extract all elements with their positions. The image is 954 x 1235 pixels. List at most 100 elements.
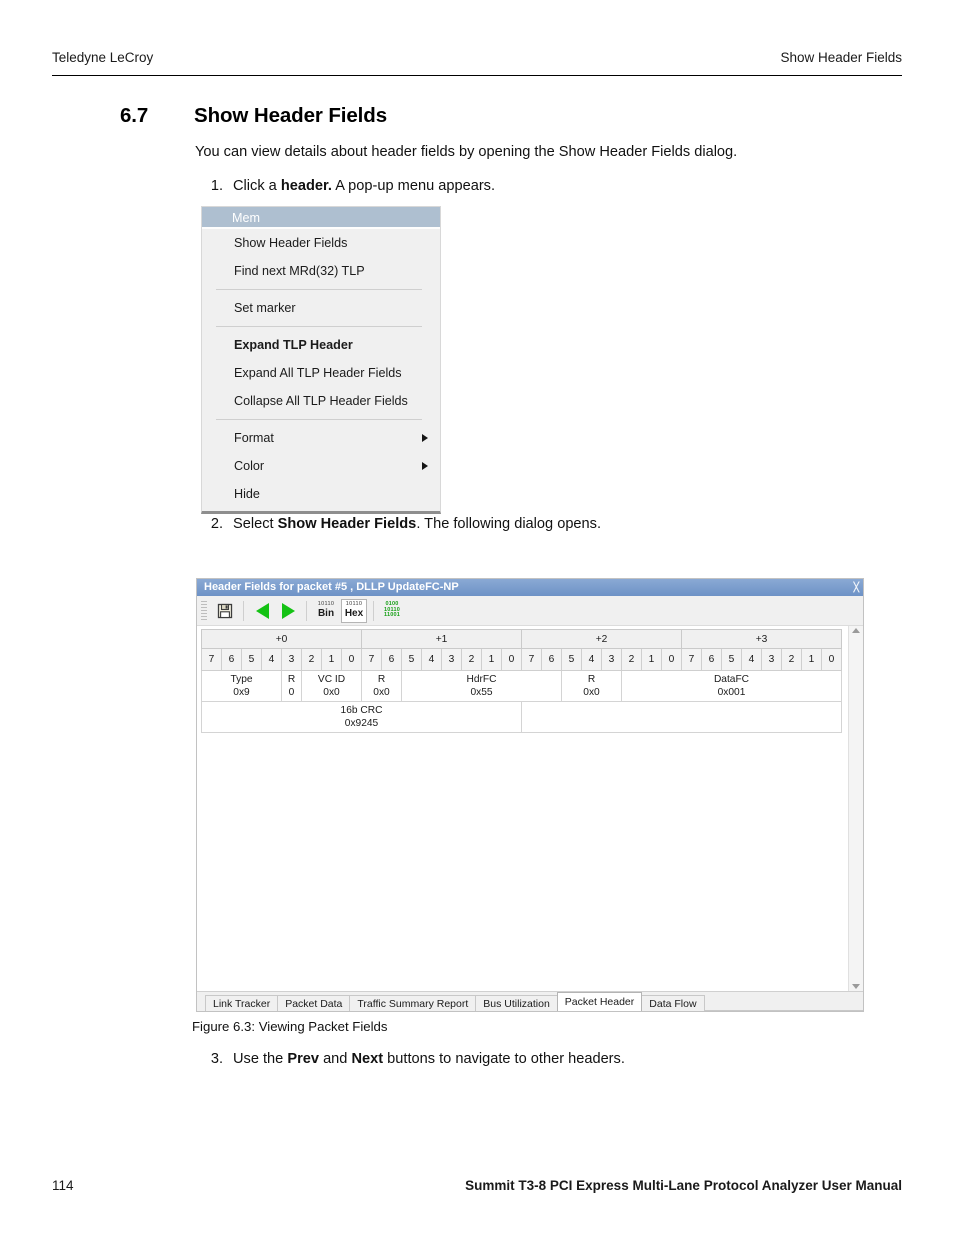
- scroll-down-arrow-icon[interactable]: [852, 984, 860, 989]
- menu-item-collapse-all-tlp-header-fields[interactable]: Collapse All TLP Header Fields: [202, 387, 440, 415]
- scroll-up-arrow-icon[interactable]: [852, 628, 860, 633]
- figure-caption: Figure 6.3: Viewing Packet Fields: [192, 1019, 388, 1034]
- bit-cell: 5: [401, 648, 422, 671]
- dialog-title-bar[interactable]: Header Fields for packet #5 , DLLP Updat…: [197, 579, 863, 596]
- byte-header-0: +0: [201, 629, 362, 649]
- binary-row-2: 11001: [384, 612, 400, 619]
- bit-cell: 5: [561, 648, 582, 671]
- bit-cell: 1: [481, 648, 502, 671]
- bit-cell: 3: [761, 648, 782, 671]
- bin-label: Bin: [317, 607, 335, 619]
- bit-cell: 4: [581, 648, 602, 671]
- field-r-2[interactable]: R 0x0: [361, 669, 402, 703]
- close-icon[interactable]: ╳: [854, 579, 863, 596]
- byte-header-row: +0 +1 +2 +3: [201, 629, 842, 649]
- step-2-number: 2.: [210, 516, 223, 532]
- field-r-1[interactable]: R 0: [281, 669, 302, 703]
- footer-title: Summit T3-8 PCI Express Multi-Lane Proto…: [465, 1178, 902, 1193]
- tab-packet-data[interactable]: Packet Data: [277, 995, 351, 1011]
- bit-cell: 2: [781, 648, 802, 671]
- next-button[interactable]: [276, 599, 300, 623]
- bit-cell: 3: [601, 648, 622, 671]
- field-vc-id[interactable]: VC ID 0x0: [301, 669, 362, 703]
- menu-item-expand-all-tlp-header-fields[interactable]: Expand All TLP Header Fields: [202, 359, 440, 387]
- bit-cell: 4: [741, 648, 762, 671]
- toolbar-separator: [243, 600, 244, 621]
- menu-item-show-header-fields[interactable]: Show Header Fields: [202, 229, 440, 257]
- bin-format-icon: 10110 Bin: [318, 602, 334, 619]
- field-hdrfc[interactable]: HdrFC 0x55: [401, 669, 562, 703]
- running-head-right: Show Header Fields: [780, 50, 902, 65]
- chevron-right-icon: [422, 434, 428, 442]
- dialog-toolbar[interactable]: 10110 Bin 10110 Hex 0100 10110 11001: [197, 596, 863, 626]
- dialog-title: Header Fields for packet #5 , DLLP Updat…: [204, 581, 459, 593]
- binary-grid-icon: 0100 10110 11001: [384, 601, 400, 619]
- menu-item-label: Hide: [234, 487, 260, 501]
- bit-cell: 0: [661, 648, 682, 671]
- step-3-number: 3.: [210, 1051, 223, 1067]
- page-title: Show Header Fields: [194, 104, 388, 127]
- bit-cell: 4: [261, 648, 282, 671]
- step-1-number: 1.: [210, 178, 223, 194]
- menu-item-label: Find next MRd(32) TLP: [234, 264, 365, 278]
- field-datafc[interactable]: DataFC 0x001: [621, 669, 842, 703]
- chevron-right-icon: [422, 462, 428, 470]
- hex-format-button[interactable]: 10110 Hex: [341, 598, 367, 623]
- step-1-text: Click a header. A pop-up menu appears.: [233, 178, 496, 194]
- triangle-left-icon: [255, 602, 269, 619]
- tab-data-flow[interactable]: Data Flow: [641, 995, 705, 1011]
- grid-vertical-scrollbar[interactable]: [848, 626, 863, 991]
- dialog-body: +0 +1 +2 +3 7 6 5 4 3 2 1 0 7 6 5 4 3 2 …: [197, 626, 863, 991]
- menu-separator: [216, 326, 422, 327]
- menu-item-color[interactable]: Color: [202, 452, 440, 480]
- menu-item-set-marker[interactable]: Set marker: [202, 294, 440, 322]
- bin-dots: 10110: [317, 601, 335, 608]
- toolbar-separator: [306, 600, 307, 621]
- context-menu[interactable]: Mem Show Header Fields Find next MRd(32)…: [201, 206, 441, 514]
- triangle-right-icon: [281, 602, 295, 619]
- menu-item-format[interactable]: Format: [202, 424, 440, 452]
- header-fields-dialog[interactable]: Header Fields for packet #5 , DLLP Updat…: [196, 578, 864, 1012]
- menu-item-hide[interactable]: Hide: [202, 480, 440, 508]
- field-type[interactable]: Type 0x9: [201, 669, 282, 703]
- toolbar-drag-handle[interactable]: [201, 600, 207, 621]
- byte-header-1: +1: [361, 629, 522, 649]
- context-menu-title: Mem: [202, 207, 440, 229]
- prev-button[interactable]: [250, 599, 274, 623]
- binary-view-button[interactable]: 0100 10110 11001: [380, 599, 404, 623]
- header-fields-grid-wrapper: +0 +1 +2 +3 7 6 5 4 3 2 1 0 7 6 5 4 3 2 …: [197, 626, 848, 991]
- bit-cell: 7: [521, 648, 542, 671]
- field-empty: [521, 701, 842, 734]
- running-head-left: Teledyne LeCroy: [52, 50, 154, 65]
- tab-link-tracker[interactable]: Link Tracker: [205, 995, 279, 1011]
- bit-cell: 7: [201, 648, 222, 671]
- menu-item-expand-tlp-header[interactable]: Expand TLP Header: [202, 331, 440, 359]
- step-1: 1. Click a header. A pop-up menu appears…: [206, 178, 495, 194]
- tab-bus-utilization[interactable]: Bus Utilization: [475, 995, 558, 1011]
- tab-traffic-summary-report[interactable]: Traffic Summary Report: [349, 995, 477, 1011]
- bit-cell: 1: [321, 648, 342, 671]
- byte-header-3: +3: [681, 629, 842, 649]
- bit-cell: 2: [621, 648, 642, 671]
- bit-cell: 0: [821, 648, 842, 671]
- header-fields-grid: +0 +1 +2 +3 7 6 5 4 3 2 1 0 7 6 5 4 3 2 …: [201, 629, 842, 734]
- dialog-tabstrip[interactable]: Link Tracker Packet Data Traffic Summary…: [197, 991, 863, 1011]
- bit-cell: 6: [701, 648, 722, 671]
- header-field-row-1: Type 0x9 R 0 VC ID 0x0 R 0x0 HdrFC 0x55 …: [201, 669, 842, 703]
- field-16b-crc[interactable]: 16b CRC 0x9245: [201, 701, 522, 734]
- bin-format-button[interactable]: 10110 Bin: [313, 599, 339, 623]
- menu-item-label: Show Header Fields: [234, 236, 348, 250]
- header-field-row-2: 16b CRC 0x9245: [201, 701, 842, 734]
- floppy-disk-icon: [217, 603, 233, 618]
- section-heading: 6.7 Show Header Fields: [120, 104, 387, 128]
- save-button[interactable]: [213, 599, 237, 623]
- bit-cell: 4: [421, 648, 442, 671]
- menu-separator: [216, 419, 422, 420]
- hex-dots: 10110: [345, 601, 363, 608]
- tab-packet-header[interactable]: Packet Header: [556, 992, 643, 1011]
- bit-cell: 0: [501, 648, 522, 671]
- intro-paragraph: You can view details about header fields…: [195, 144, 738, 160]
- field-r-3[interactable]: R 0x0: [561, 669, 622, 703]
- tabstrip-filler: [703, 995, 863, 1011]
- menu-item-find-next-mrd-tlp[interactable]: Find next MRd(32) TLP: [202, 257, 440, 285]
